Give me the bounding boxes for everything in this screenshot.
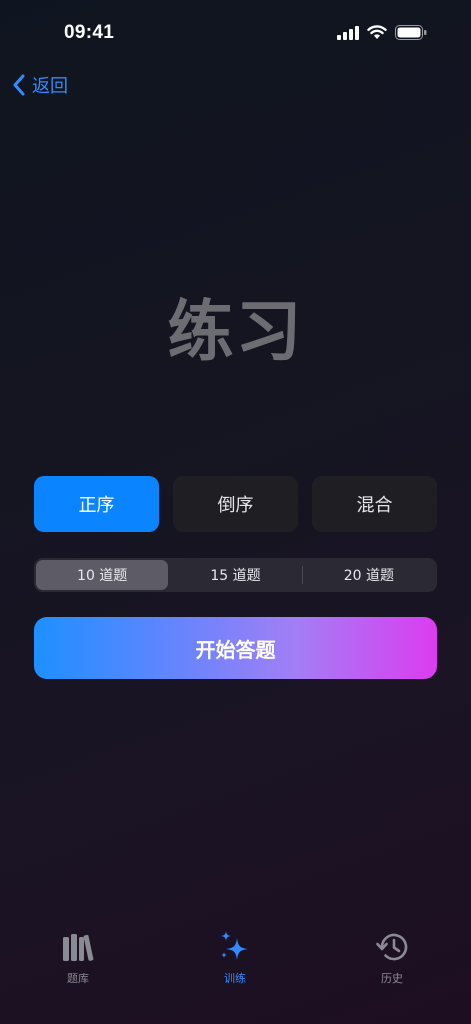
mode-mixed-button[interactable]: 混合 [312,476,437,532]
segment-20-questions[interactable]: 20 道题 [303,560,435,590]
chevron-left-icon [13,74,25,96]
order-mode-group: 正序 倒序 混合 [34,476,437,532]
tab-history[interactable]: 历史 [352,930,432,986]
wifi-icon [367,25,387,39]
back-label: 返回 [32,76,68,97]
battery-icon [395,25,427,40]
tab-label: 训练 [224,972,246,985]
page-title: 练习 [167,293,304,370]
question-count-segmented-control: 10 道题 15 道题 20 道题 [34,558,437,592]
segment-10-questions[interactable]: 10 道题 [36,560,169,590]
tab-label: 历史 [381,972,403,985]
sparkles-icon [217,930,253,964]
status-time: 09:41 [64,22,115,43]
tab-bar: 题库 训练 历史 [0,930,471,1000]
books-icon [60,930,96,964]
mode-forward-button[interactable]: 正序 [34,476,159,532]
start-quiz-button[interactable]: 开始答题 [34,617,437,679]
status-icons [337,25,427,40]
mode-reverse-button[interactable]: 倒序 [173,476,298,532]
signal-icon [337,25,359,40]
back-button[interactable]: 返回 [12,70,68,100]
segment-15-questions[interactable]: 15 道题 [169,560,301,590]
tab-question-bank[interactable]: 题库 [38,930,118,986]
tab-training[interactable]: 训练 [195,930,275,986]
tab-label: 题库 [67,972,89,985]
history-clock-icon [374,930,410,964]
status-bar: 09:41 [0,0,471,60]
